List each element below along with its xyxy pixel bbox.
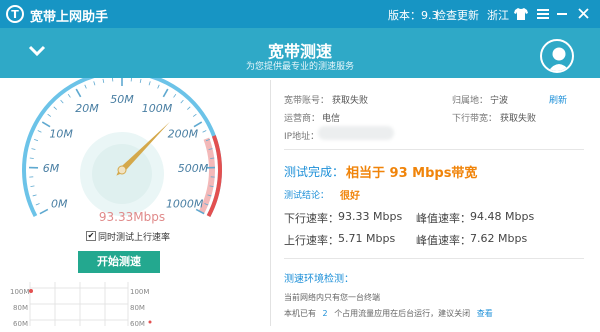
app-title: 宽带上网助手 <box>30 6 108 25</box>
title-bar: T 宽带上网助手 版本：9.3 检查更新 浙江 <box>0 0 600 28</box>
gauge-tick <box>94 81 95 85</box>
menu-icon[interactable] <box>537 9 549 19</box>
gauge-tick <box>181 100 184 103</box>
mini-y-tick: 60M <box>130 316 150 332</box>
version-label: 版本：9.3 <box>388 7 439 23</box>
gauge-tick <box>68 94 70 97</box>
mini-y-axis-right: 100M 80M 60M <box>130 284 150 332</box>
peak-download-label: 峰值速率： <box>416 210 471 226</box>
environment-line2-prefix: 本机已有 <box>284 309 316 318</box>
conclusion-value: 很好 <box>340 187 360 202</box>
page-subtitle: 为您提供最专业的测速服务 <box>0 59 600 72</box>
gauge-tick-label: 20M <box>75 102 99 115</box>
account-label: 宽带账号： <box>284 93 329 106</box>
simultaneous-upload-label: 同时测试上行速率 <box>98 230 170 243</box>
ip-label: IP地址： <box>284 129 319 142</box>
down-bandwidth-value: 获取失败 <box>500 111 536 124</box>
download-rate-label: 下行速率： <box>284 210 339 226</box>
gauge-tick <box>40 209 48 213</box>
gauge-tick-label: 50M <box>110 93 134 106</box>
gauge-tick <box>193 114 196 116</box>
gauge-tick <box>203 131 207 133</box>
section-divider <box>284 258 584 259</box>
gauge-tick <box>54 107 57 110</box>
close-icon[interactable] <box>578 8 589 19</box>
environment-line2: 本机已有 2 个占用流量应用在后台运行，建议关闭 查看 <box>284 308 493 319</box>
gauge-tick <box>140 79 141 83</box>
gauge-tick <box>31 149 35 150</box>
gauge-reading: 93.33Mbps <box>92 210 172 224</box>
gauge-tick <box>85 85 87 89</box>
speed-gauge: 0M 6M 10M20M 50M 100M 200M 500M 1000M <box>0 78 270 230</box>
gauge-tick <box>34 139 38 140</box>
mini-y-axis-left: 100M 80M 60M <box>10 284 28 332</box>
section-divider <box>284 149 584 150</box>
ip-value-blurred <box>318 126 394 140</box>
peak-upload-label: 峰值速率： <box>416 232 471 248</box>
gauge-tick <box>187 107 190 110</box>
account-value: 获取失败 <box>332 93 368 106</box>
simultaneous-upload-checkbox[interactable]: ✔ <box>86 231 96 241</box>
gauge-tick-label: 100M <box>142 102 173 115</box>
gauge-tick-label: 10M <box>49 127 73 140</box>
gauge-tick <box>30 158 34 159</box>
location-label: 归属地： <box>452 93 488 106</box>
gauge-tick <box>210 158 214 159</box>
region-selector[interactable]: 浙江 <box>487 7 509 23</box>
history-point <box>29 289 33 293</box>
refresh-link[interactable]: 刷新 <box>549 93 567 106</box>
gauge-tick <box>42 122 50 127</box>
peak-upload-value: 7.62 Mbps <box>470 232 527 245</box>
mini-y-tick: 100M <box>10 284 28 300</box>
start-test-button[interactable]: 开始测速 <box>78 251 160 273</box>
conclusion-label: 测试结论： <box>284 188 329 201</box>
gauge-tick <box>158 85 160 89</box>
isp-value: 电信 <box>322 111 340 124</box>
environment-line1: 当前网络内只有您一台终端 <box>284 292 380 303</box>
gauge-tick <box>33 195 37 196</box>
gauge-tick <box>149 81 150 85</box>
gauge-tick <box>103 79 104 83</box>
gauge-tick <box>194 122 202 127</box>
gauge-tick-label: 500M <box>178 162 209 175</box>
header-banner: 宽带测速 为您提供最专业的测速服务 <box>0 28 600 78</box>
gauge-tick-label: 200M <box>168 127 199 140</box>
gauge-tick <box>61 100 64 103</box>
mini-y-tick: 80M <box>130 300 150 316</box>
gauge-tick <box>30 186 34 187</box>
upload-rate-label: 上行速率： <box>284 232 339 248</box>
view-apps-link[interactable]: 查看 <box>477 309 493 318</box>
gauge-tick-label: 6M <box>43 162 60 175</box>
isp-label: 运营商： <box>284 111 320 124</box>
gauge-tick <box>48 114 51 116</box>
panel-divider <box>270 80 271 326</box>
check-update-link[interactable]: 检查更新 <box>435 7 479 23</box>
minimize-icon[interactable] <box>557 13 567 15</box>
gauge-tick <box>76 89 80 97</box>
upload-rate-value: 5.71 Mbps <box>338 232 395 245</box>
environment-line2-suffix: 个占用流量应用在后台运行，建议关闭 <box>334 309 470 318</box>
mini-y-tick: 60M <box>10 316 28 332</box>
gauge-tick <box>163 89 167 97</box>
shirt-icon[interactable] <box>514 8 528 20</box>
mini-y-tick: 100M <box>130 284 150 300</box>
test-complete-value: 相当于 93 Mbps带宽 <box>346 162 477 181</box>
test-complete-label: 测试完成： <box>284 163 344 180</box>
app-logo-icon: T <box>6 5 24 23</box>
peak-download-value: 94.48 Mbps <box>470 210 534 223</box>
avatar[interactable] <box>540 39 574 73</box>
location-value: 宁波 <box>490 93 508 106</box>
mini-y-tick: 80M <box>10 300 28 316</box>
background-app-count: 2 <box>323 309 328 318</box>
gauge-tick-label: 0M <box>51 197 68 210</box>
download-rate-value: 93.33 Mbps <box>338 210 402 223</box>
gauge-tick <box>38 131 42 133</box>
gauge-tick <box>174 94 176 97</box>
down-bandwidth-label: 下行带宽： <box>452 111 497 124</box>
gauge-tick-label: 1000M <box>166 197 204 210</box>
gauge-tick <box>36 203 40 205</box>
environment-title: 测速环境检测： <box>284 270 354 285</box>
gauge-needle-hub <box>118 166 126 174</box>
